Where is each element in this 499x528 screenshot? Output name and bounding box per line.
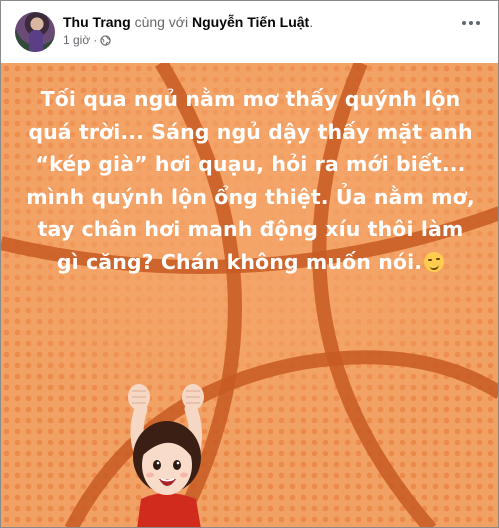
with-text: cùng với [134, 14, 189, 30]
post-header: Thu Trang cùng với Nguyễn Tiến Luật. 1 g… [1, 1, 498, 61]
more-options-icon[interactable] [462, 21, 480, 25]
post-text-line: gì căng? Chán không muốn nói. [56, 249, 423, 274]
tagged-name[interactable]: Nguyễn Tiến Luật [192, 14, 309, 30]
post-card: Thu Trang cùng với Nguyễn Tiến Luật. 1 g… [0, 0, 499, 528]
post-text-line: tay chân hơi manh động xíu thôi làm [37, 217, 464, 242]
author-name[interactable]: Thu Trang [63, 14, 131, 30]
post-text-line: mình quýnh lộn ổng thiệt. Ủa nằm mơ, [26, 184, 475, 209]
meta-separator: · [93, 33, 98, 47]
cartoon-girl-sticker [128, 384, 204, 527]
smirk-emoji-icon [424, 251, 445, 272]
post-text-line: quá trời... Sáng ngủ dậy thấy mặt anh [28, 119, 473, 144]
post-text: Tối qua ngủ nằm mơ thấy quýnh lộn quá tr… [23, 83, 478, 279]
post-title: Thu Trang cùng với Nguyễn Tiến Luật. [63, 14, 313, 30]
globe-icon[interactable] [100, 34, 111, 46]
post-text-line-last: gì căng? Chán không muốn nói. [23, 246, 478, 279]
post-meta: 1 giờ · [63, 33, 111, 47]
post-text-line: “kép già” hơi quạu, hỏi ra mới biết... [35, 152, 466, 177]
avatar[interactable] [15, 12, 55, 52]
tagged-suffix: . [309, 14, 314, 30]
post-text-line: Tối qua ngủ nằm mơ thấy quýnh lộn [40, 87, 461, 111]
post-time[interactable]: 1 giờ [63, 33, 90, 47]
